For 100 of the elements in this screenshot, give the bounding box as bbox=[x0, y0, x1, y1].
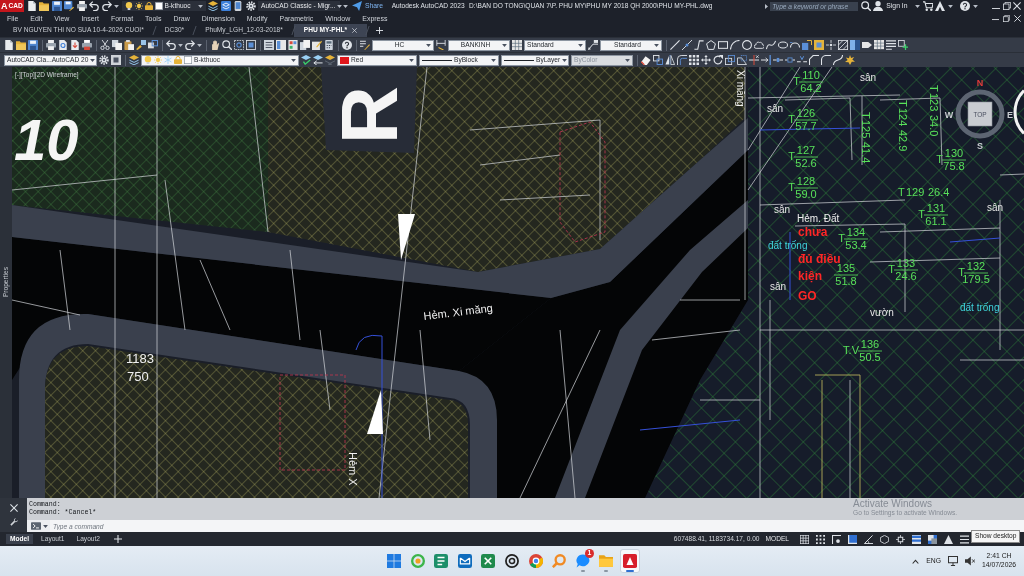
monitor-icon[interactable] bbox=[947, 556, 958, 566]
user-icon[interactable] bbox=[873, 1, 884, 11]
scale-icon[interactable] bbox=[725, 55, 735, 65]
transparency-icon[interactable] bbox=[927, 534, 937, 544]
layer-stack-icon[interactable] bbox=[129, 55, 139, 65]
scissors-icon[interactable] bbox=[100, 40, 110, 50]
cart-icon[interactable] bbox=[922, 1, 933, 11]
caret-icon[interactable] bbox=[915, 4, 920, 8]
close-icon[interactable] bbox=[9, 504, 18, 512]
new-file-icon[interactable] bbox=[26, 1, 37, 11]
break-icon[interactable] bbox=[785, 55, 795, 65]
properties-icon[interactable] bbox=[264, 40, 274, 50]
close-icon[interactable] bbox=[1013, 2, 1021, 10]
calculator-icon[interactable] bbox=[324, 40, 334, 50]
wrench-icon[interactable] bbox=[9, 518, 18, 526]
caret-up-icon[interactable] bbox=[912, 558, 920, 564]
cloud-icon[interactable] bbox=[754, 40, 764, 50]
hand-icon[interactable] bbox=[210, 40, 220, 50]
layer-current-icon[interactable] bbox=[301, 55, 311, 65]
mirror-icon[interactable] bbox=[665, 55, 675, 65]
line-icon[interactable] bbox=[670, 40, 680, 50]
angle-icon[interactable] bbox=[863, 534, 873, 544]
caret-icon[interactable] bbox=[178, 43, 183, 47]
redo-icon[interactable] bbox=[185, 40, 195, 50]
compass-ring[interactable] bbox=[955, 89, 1005, 139]
table-style-icon[interactable] bbox=[512, 40, 522, 50]
save-icon[interactable] bbox=[51, 1, 62, 11]
sun-icon[interactable] bbox=[134, 2, 143, 10]
construction-line-icon[interactable] bbox=[682, 40, 692, 50]
caret-right-icon[interactable] bbox=[764, 3, 768, 9]
page-arrow-icon[interactable] bbox=[70, 40, 80, 50]
save-icon[interactable] bbox=[28, 40, 38, 50]
chat-app-icon[interactable] bbox=[575, 554, 590, 568]
layer-previous-icon[interactable] bbox=[313, 55, 323, 65]
paintbrush-icon[interactable] bbox=[136, 40, 146, 50]
padlock-icon[interactable] bbox=[144, 2, 153, 10]
layer-swatch-icon[interactable] bbox=[154, 2, 163, 10]
restore-icon[interactable] bbox=[1003, 14, 1010, 22]
plotter-icon[interactable] bbox=[82, 40, 92, 50]
zoom-previous-icon[interactable] bbox=[246, 40, 256, 50]
add-selected-icon[interactable] bbox=[898, 40, 908, 50]
right-angle-icon[interactable] bbox=[847, 534, 857, 544]
markup-pencil-icon[interactable] bbox=[312, 40, 322, 50]
insert-block-icon[interactable] bbox=[802, 40, 812, 50]
muted-speaker-icon[interactable] bbox=[964, 556, 975, 566]
offset-icon[interactable] bbox=[677, 55, 687, 65]
dimension-icon[interactable] bbox=[436, 40, 446, 50]
snap-dots-icon[interactable] bbox=[815, 534, 825, 544]
notes-app-icon[interactable] bbox=[434, 554, 449, 568]
lineweight-icon[interactable] bbox=[911, 534, 921, 544]
move-arrows-icon[interactable] bbox=[701, 55, 711, 65]
rings-app-icon[interactable] bbox=[505, 554, 519, 568]
array-grid-icon[interactable] bbox=[689, 55, 699, 65]
caret-icon[interactable] bbox=[972, 4, 978, 8]
chamfer-icon[interactable] bbox=[809, 55, 819, 65]
caret-icon[interactable] bbox=[502, 43, 507, 47]
caret-icon[interactable] bbox=[426, 43, 431, 47]
navigation-wheel[interactable] bbox=[1013, 89, 1024, 135]
caret-icon[interactable] bbox=[197, 43, 202, 47]
new-file-icon[interactable] bbox=[4, 40, 14, 50]
caret-icon[interactable] bbox=[43, 524, 48, 528]
restore-icon[interactable] bbox=[1002, 2, 1011, 10]
text-lines-icon[interactable] bbox=[886, 40, 896, 50]
triangle-app-icon[interactable] bbox=[622, 554, 637, 568]
printer-icon[interactable] bbox=[46, 40, 56, 50]
blend-curve-icon[interactable] bbox=[833, 55, 843, 65]
magnifier-icon[interactable] bbox=[222, 40, 232, 50]
caret-icon[interactable] bbox=[491, 58, 496, 62]
settings-icon[interactable] bbox=[245, 1, 256, 11]
corner-dot-icon[interactable] bbox=[831, 534, 841, 544]
x-tile-app-icon[interactable] bbox=[481, 554, 496, 568]
layer-swatch-icon[interactable] bbox=[184, 56, 192, 64]
tablet-icon[interactable] bbox=[233, 1, 243, 11]
settings-icon[interactable] bbox=[99, 55, 109, 65]
polyline-icon[interactable] bbox=[694, 40, 704, 50]
compass-north-label[interactable]: N bbox=[976, 78, 984, 88]
text-pencil-icon[interactable] bbox=[360, 40, 370, 50]
sheets-icon[interactable] bbox=[300, 40, 310, 50]
mail-app-icon[interactable] bbox=[457, 554, 472, 568]
spline-icon[interactable] bbox=[766, 40, 776, 50]
arc-icon[interactable] bbox=[730, 40, 740, 50]
crosshair-square-icon[interactable] bbox=[895, 534, 905, 544]
close-icon[interactable] bbox=[1014, 14, 1021, 22]
undo-icon[interactable] bbox=[166, 40, 176, 50]
copy-icon[interactable] bbox=[112, 40, 122, 50]
panel-icon[interactable] bbox=[276, 40, 286, 50]
break-at-point-icon[interactable] bbox=[773, 55, 783, 65]
burst-icon[interactable] bbox=[845, 55, 855, 65]
caret-icon[interactable] bbox=[409, 58, 414, 62]
lightbulb-icon[interactable] bbox=[124, 2, 133, 10]
caret-icon[interactable] bbox=[114, 4, 119, 8]
undo-icon[interactable] bbox=[89, 1, 99, 11]
caret-icon[interactable] bbox=[654, 43, 659, 47]
triangle-icon[interactable] bbox=[943, 534, 953, 544]
region-icon[interactable] bbox=[862, 40, 872, 50]
compass-east-label[interactable]: E bbox=[1007, 110, 1013, 120]
caret-icon[interactable] bbox=[90, 58, 96, 62]
prompt-icon[interactable] bbox=[31, 522, 41, 530]
stretch-icon[interactable] bbox=[737, 55, 747, 65]
copy-objects-icon[interactable] bbox=[653, 55, 663, 65]
